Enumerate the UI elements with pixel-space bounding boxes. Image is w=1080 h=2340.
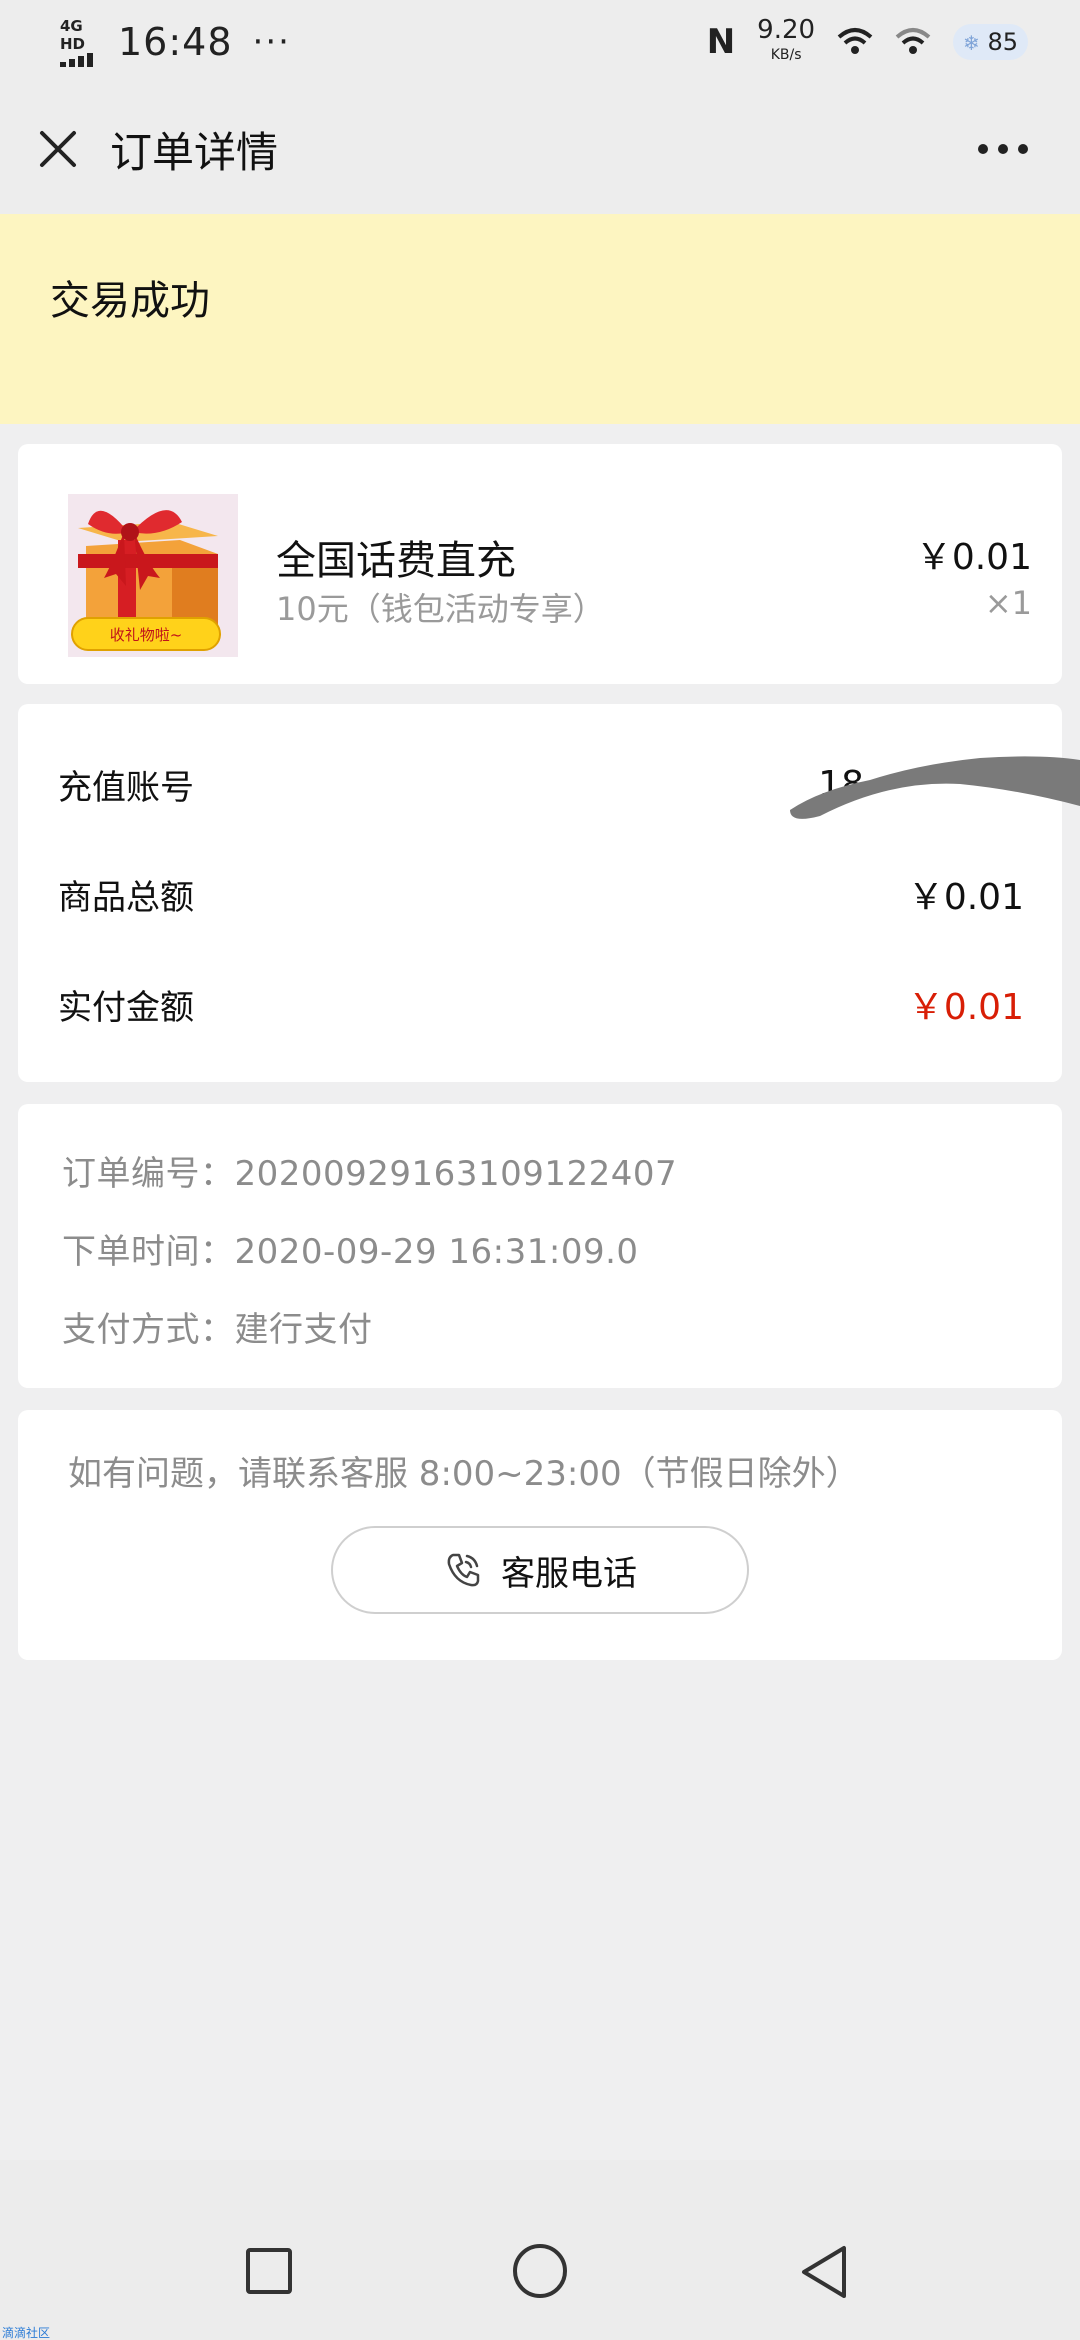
signal-icon [60,53,104,67]
goods-total-value: ￥0.01 [907,877,1024,918]
snowflake-icon: ❄ [963,31,980,55]
net-speed: 9.20 KB/s [757,17,815,66]
customer-service-hours: 如有问题，请联系客服 8:00~23:00（节假日除外） [68,1454,860,1494]
customer-service-phone-label: 客服电话 [501,1553,637,1594]
order-status-text: 交易成功 [50,278,210,324]
net-speed-unit: KB/s [770,46,802,63]
page-title: 订单详情 [110,127,279,177]
close-button[interactable] [28,119,88,179]
recharge-account-label: 充值账号 [58,767,194,808]
gift-box-icon: 收礼物啦~ [68,494,238,657]
goods-total-row: 商品总额 ￥0.01 [58,864,1024,924]
paid-amount-row: 实付金额 ￥0.01 [58,974,1024,1034]
network-indicator: 4G HD [60,17,104,67]
customer-service-card: 如有问题，请联系客服 8:00~23:00（节假日除外） 客服电话 [18,1410,1062,1660]
order-time: 下单时间：2020-09-29 16:31:09.0 [62,1232,639,1272]
gift-box-label: 收礼物啦~ [110,626,183,644]
more-button[interactable] [978,144,1028,154]
phone-icon [447,1553,480,1587]
order-status-banner: 交易成功 [0,214,1080,424]
wifi-icon [837,28,873,54]
net-speed-value: 9.20 [757,14,816,45]
triangle-back-icon[interactable] [798,2242,852,2302]
goods-total-label: 商品总额 [58,877,194,918]
battery-level: 85 [987,28,1018,56]
payment-method: 支付方式：建行支付 [62,1310,373,1350]
more-icon [978,144,988,154]
wifi-icon [895,28,931,54]
product-price: ￥0.01 [915,537,1032,578]
amounts-card: 充值账号 18 商品总额 ￥0.01 实付金额 ￥0.01 [18,704,1080,1082]
paid-amount-label: 实付金额 [58,987,194,1028]
order-number: 订单编号：20200929163109122407 [62,1154,678,1194]
circle-icon[interactable] [513,2244,567,2298]
product-quantity: ×1 [984,584,1032,622]
status-time: 16:48 [118,20,233,64]
order-info-card: 订单编号：20200929163109122407 下单时间：2020-09-2… [18,1104,1062,1388]
square-icon[interactable] [246,2248,292,2294]
watermark: 滴滴社区 [2,2326,51,2340]
product-card[interactable]: 收礼物啦~ 全国话费直充 10元（钱包活动专享） ￥0.01 ×1 [18,444,1062,684]
paid-amount-value: ￥0.01 [907,987,1024,1028]
title-bar: 订单详情 [0,84,1080,214]
system-nav-bar [0,2160,1080,2340]
product-description: 10元（钱包活动专享） [276,590,605,628]
status-bar: 4G HD 16:48 ··· N 9.20 KB/s ❄ 85 [0,0,1080,84]
customer-service-phone-button[interactable]: 客服电话 [331,1526,749,1614]
nfc-icon: N [706,22,736,62]
status-more-dots: ··· [252,22,291,62]
product-name: 全国话费直充 [276,538,516,584]
product-image: 收礼物啦~ [68,494,238,657]
redaction-scribble [790,756,1080,819]
close-icon [40,131,76,167]
network-label: 4G HD [60,17,86,53]
battery-indicator: ❄ 85 [953,24,1028,60]
